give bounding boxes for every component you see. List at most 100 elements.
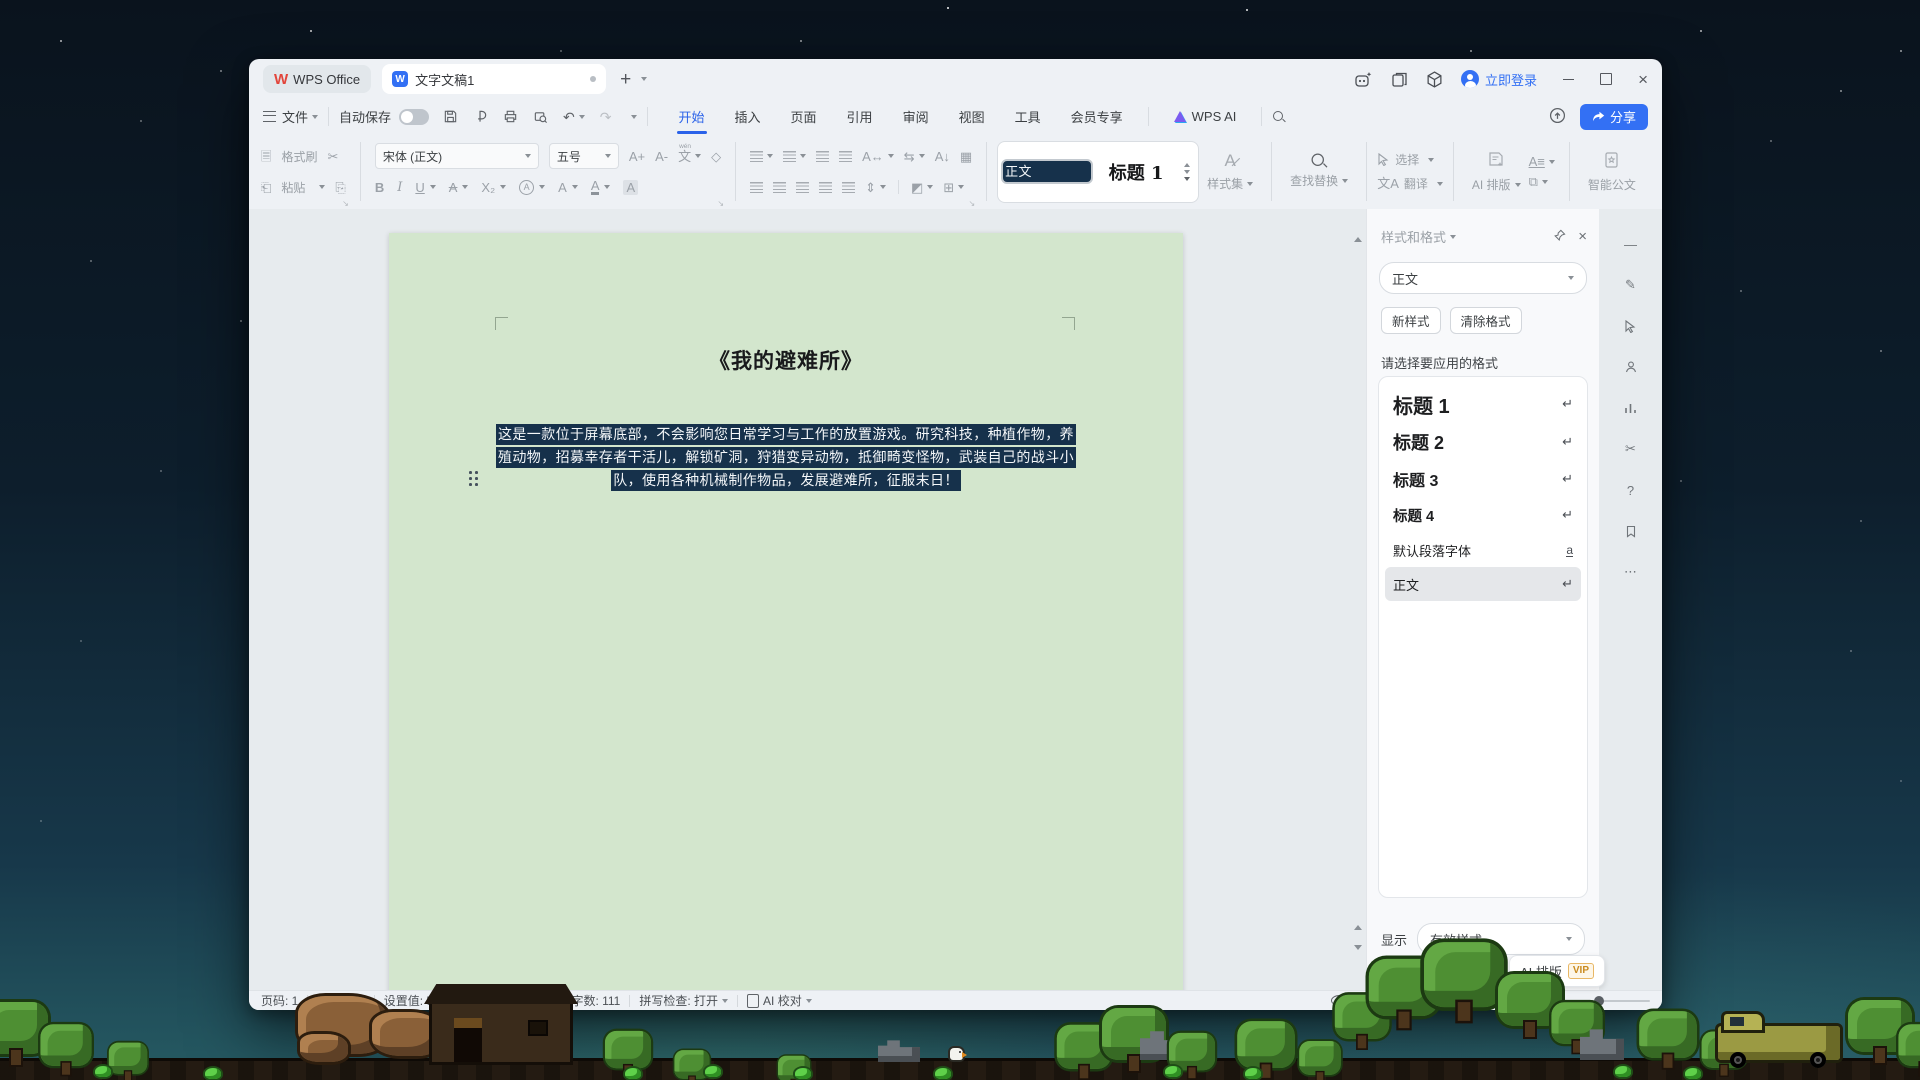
chart-icon[interactable]: [1622, 399, 1640, 417]
play-reading-icon[interactable]: ▷: [1434, 994, 1445, 1008]
ai-assistant-icon[interactable]: [1354, 71, 1373, 88]
align-right-icon[interactable]: [796, 182, 809, 193]
gallery-expand-icon[interactable]: [1184, 177, 1190, 181]
web-view-icon[interactable]: ⊕: [1458, 994, 1470, 1008]
print-button[interactable]: [503, 109, 518, 124]
justify-icon[interactable]: [819, 182, 832, 193]
text-direction-icon[interactable]: ⇆: [904, 150, 915, 163]
page-view-button-active[interactable]: [1375, 992, 1396, 1009]
current-style-select[interactable]: 正文: [1379, 262, 1587, 294]
pane-close-icon[interactable]: ×: [1578, 228, 1587, 245]
style-item-heading4[interactable]: 标题 4↵: [1379, 497, 1587, 533]
enclose-character-button[interactable]: A: [519, 180, 534, 195]
page-up-icon[interactable]: [1354, 925, 1362, 930]
close-button[interactable]: ×: [1638, 71, 1648, 88]
autosave-toggle[interactable]: [399, 109, 429, 125]
text-style-tool-button[interactable]: A≡: [1529, 155, 1555, 168]
display-filter-select[interactable]: 有效样式: [1417, 923, 1585, 955]
strikethrough-button[interactable]: A: [449, 181, 458, 194]
document-canvas[interactable]: 《我的避难所》 这是一款位于屏幕底部，不会影响您日常学习与工作的放置游戏。研究科…: [249, 209, 1350, 990]
underline-button[interactable]: U: [415, 181, 424, 194]
numbered-list-icon[interactable]: [783, 151, 796, 162]
undo-button[interactable]: ↶: [563, 110, 585, 124]
distribute-icon[interactable]: [842, 182, 855, 193]
style-body-cell[interactable]: 正文: [1001, 159, 1093, 184]
new-style-button[interactable]: 新样式: [1381, 307, 1441, 334]
document-paragraph[interactable]: 这是一款位于屏幕底部，不会影响您日常学习与工作的放置游戏。研究科技，种植作物，养…: [389, 423, 1183, 493]
bold-button[interactable]: B: [375, 181, 384, 194]
style-item-heading1[interactable]: 标题 1↵: [1379, 385, 1587, 423]
paragraph-drag-handle[interactable]: [469, 471, 479, 486]
clear-format-button[interactable]: 清除格式: [1450, 307, 1522, 334]
arrange-objects-button[interactable]: ⧉: [1529, 175, 1555, 188]
edit-pen-icon[interactable]: ✎: [1622, 276, 1640, 294]
app-center-cube-icon[interactable]: [1426, 71, 1443, 88]
selected-text-line[interactable]: 队，使用各种机械制作物品，发展避难所，征服末日！: [611, 470, 961, 491]
document-tab[interactable]: W 文字文稿1: [382, 64, 606, 94]
show-marks-icon[interactable]: ▦: [960, 150, 972, 163]
print-preview-button[interactable]: [533, 109, 548, 124]
style-item-body[interactable]: 正文↵: [1385, 567, 1581, 601]
font-name-select[interactable]: 宋体 (正文): [375, 143, 539, 169]
selected-text-line[interactable]: 这是一款位于屏幕底部，不会影响您日常学习与工作的放置游戏。研究科技，种植作物，养: [496, 424, 1076, 445]
qat-more-chevron-icon[interactable]: [631, 115, 637, 119]
shading-bucket-icon[interactable]: ◩: [911, 181, 923, 194]
increase-font-button[interactable]: A+: [629, 150, 645, 163]
align-center-icon[interactable]: [773, 182, 786, 193]
scroll-up-icon[interactable]: [1354, 237, 1362, 242]
style-item-heading3[interactable]: 标题 3↵: [1379, 461, 1587, 497]
tab-insert[interactable]: 插入: [720, 99, 776, 134]
format-painter-button[interactable]: 🗏: [261, 150, 271, 163]
format-painter-label[interactable]: 格式刷: [281, 148, 317, 165]
search-icon[interactable]: [1272, 110, 1286, 124]
help-icon[interactable]: ?: [1622, 481, 1640, 499]
minimize-button[interactable]: [1563, 79, 1574, 80]
file-menu[interactable]: 文件: [263, 107, 318, 126]
tab-wps-ai[interactable]: WPS AI: [1159, 99, 1252, 134]
pinyin-guide-button[interactable]: wén文: [678, 150, 701, 163]
page-down-icon[interactable]: [1354, 945, 1362, 950]
sort-icon[interactable]: A↓: [935, 150, 950, 163]
eye-protection-icon[interactable]: [1331, 995, 1348, 1006]
tab-tools[interactable]: 工具: [1000, 99, 1056, 134]
tab-reference[interactable]: 引用: [832, 99, 888, 134]
bullet-list-icon[interactable]: [750, 151, 763, 162]
style-set-button[interactable]: A̷ 样式集: [1199, 134, 1261, 209]
find-replace-button[interactable]: 查找替换: [1282, 134, 1356, 209]
select-button[interactable]: 选择: [1377, 151, 1443, 168]
outline-view-icon[interactable]: ≣: [1409, 994, 1421, 1008]
wps-home-button[interactable]: W WPS Office: [263, 65, 371, 93]
more-icon[interactable]: ⋯: [1622, 563, 1640, 581]
paste-label[interactable]: 粘贴: [281, 179, 305, 196]
bookmark-icon[interactable]: [1622, 522, 1640, 540]
upload-cloud-icon[interactable]: [1549, 107, 1566, 127]
contacts-icon[interactable]: [1622, 358, 1640, 376]
decrease-font-button[interactable]: A-: [655, 150, 668, 163]
clear-format-eraser-icon[interactable]: ◇: [711, 150, 721, 163]
status-word-count[interactable]: 字数: 111: [571, 992, 620, 1009]
tab-page[interactable]: 页面: [776, 99, 832, 134]
tab-list-chevron-icon[interactable]: [641, 77, 647, 81]
font-color-button[interactable]: A: [591, 179, 600, 195]
gallery-down-icon[interactable]: [1184, 170, 1190, 174]
pin-icon[interactable]: [1553, 229, 1566, 245]
share-button[interactable]: 分享: [1580, 104, 1648, 130]
save-button[interactable]: [443, 109, 458, 124]
scrollbar[interactable]: [1350, 209, 1366, 990]
font-size-select[interactable]: 五号: [549, 143, 619, 169]
character-scale-icon[interactable]: A↔: [862, 150, 884, 163]
italic-button[interactable]: I: [397, 181, 402, 194]
decrease-indent-icon[interactable]: [816, 151, 829, 162]
gallery-up-icon[interactable]: [1184, 163, 1190, 167]
align-left-icon[interactable]: [750, 182, 763, 193]
paragraph-dialog-launcher[interactable]: ↘: [968, 199, 975, 208]
tab-review[interactable]: 审阅: [888, 99, 944, 134]
style-item-default-font[interactable]: 默认段落字体a: [1379, 533, 1587, 567]
paste-icon[interactable]: ⎗: [261, 181, 271, 194]
character-shading-button[interactable]: A: [623, 180, 638, 195]
collapse-icon[interactable]: —: [1622, 235, 1640, 253]
borders-icon[interactable]: ⊞: [943, 181, 954, 194]
redo-button[interactable]: ↷: [600, 110, 612, 124]
font-dialog-launcher[interactable]: ↘: [717, 199, 724, 208]
login-button[interactable]: 立即登录: [1461, 70, 1537, 89]
